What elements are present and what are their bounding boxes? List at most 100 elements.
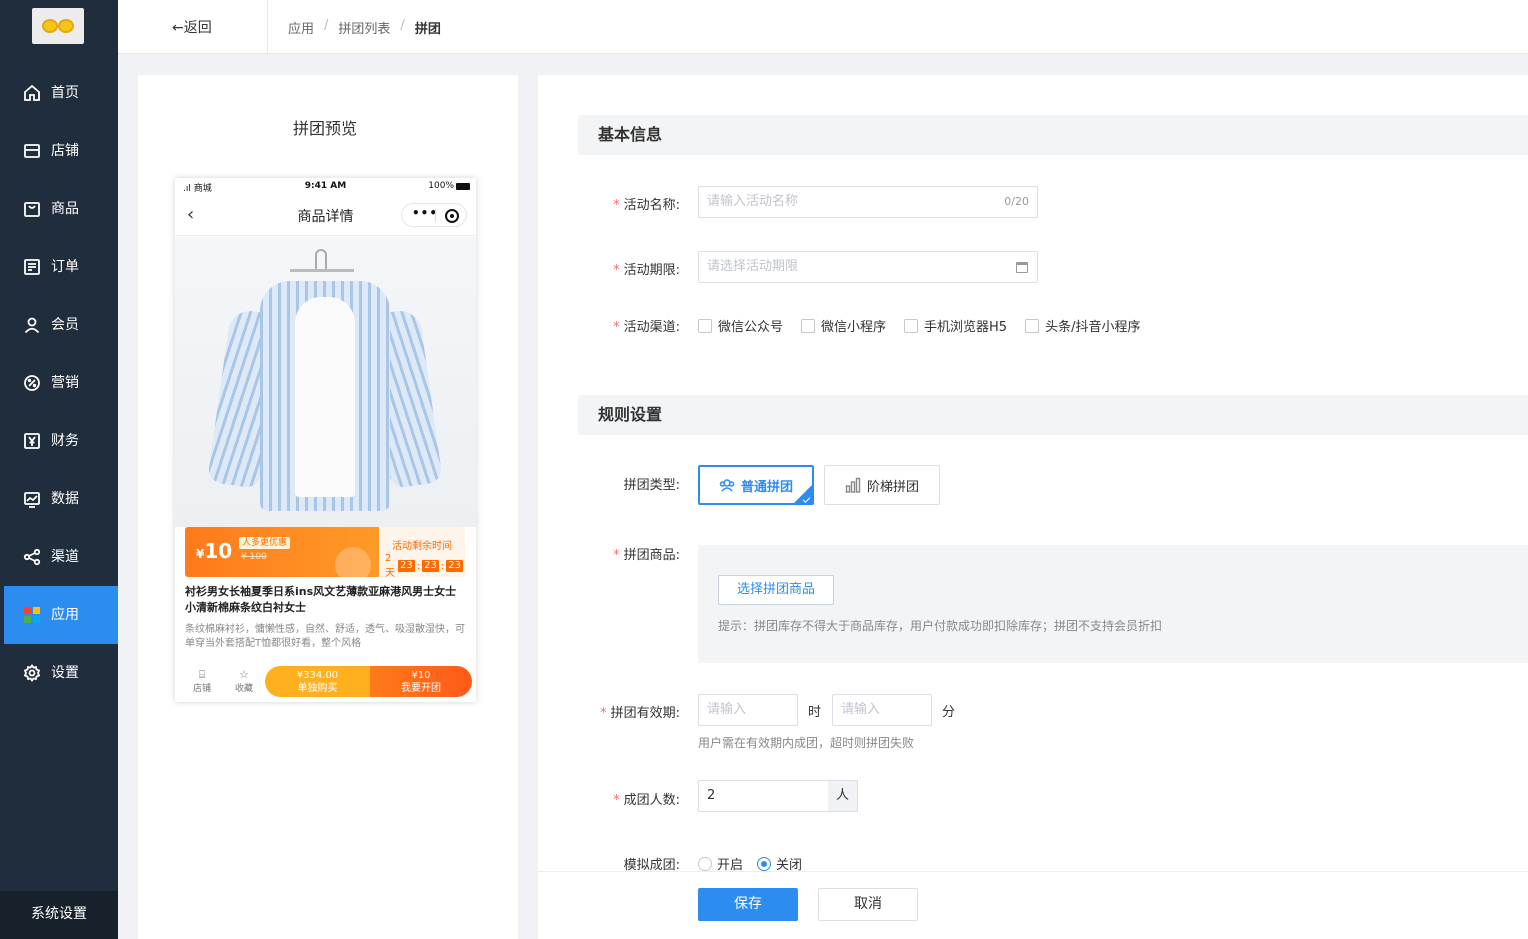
activity-channel-label: * 活动渠道: [613,320,680,335]
logo[interactable] [32,8,84,44]
solo-price: ¥334.00 [296,670,339,681]
breadcrumb-item-group-list[interactable]: 拼团列表 [338,18,390,37]
top-header: ←返回 应用 / 拼团列表 / 拼团 [118,0,1528,54]
required-mark: * [613,548,620,563]
group-type-normal[interactable]: 普通拼团 [698,465,814,505]
price-section: ¥10 人多更优惠 ¥ 100 [185,527,379,577]
breadcrumb: 应用 / 拼团列表 / 拼团 [288,18,441,37]
sidebar-item-channels[interactable]: 渠道 [0,528,118,586]
channel-h5[interactable]: 手机浏览器H5 [904,316,1007,335]
group-size-label: * 成团人数: [613,793,680,808]
group-type-tiered[interactable]: 阶梯拼团 [824,465,940,505]
original-price: ¥ 100 [241,552,267,562]
sidebar-item-members[interactable]: 会员 [0,296,118,354]
decoration-circle [335,547,371,577]
group-price: ¥10 [196,539,233,563]
system-settings-button[interactable]: 系统设置 [0,891,118,939]
sidebar-item-goods[interactable]: 商品 [0,180,118,238]
sidebar-item-label: 会员 [51,317,79,333]
shirt-inner [295,297,355,497]
validity-hours-input[interactable]: 请输入 [698,694,798,726]
checkbox[interactable] [904,318,919,333]
battery-icon [456,183,470,190]
yen-icon [23,432,41,450]
group-size-unit: 人 [828,780,858,812]
goods-hint: 提示：拼团库存不得大于商品库存，用户付款成功即扣除库存；拼团不支持会员折扣 [718,619,1163,633]
required-mark: * [613,793,620,808]
channel-wechat-official[interactable]: 微信公众号 [698,316,783,335]
sidebar-item-data[interactable]: 数据 [0,470,118,528]
countdown-days: 2天 [385,553,395,579]
chart-icon [23,490,41,508]
activity-period-label: * 活动期限: [613,263,680,278]
store-icon [23,142,41,160]
bag-icon [23,200,41,218]
sidebar-item-label: 应用 [51,607,79,623]
breadcrumb-item-apps[interactable]: 应用 [288,18,314,37]
channel-checkboxes: 微信公众号 微信小程序 手机浏览器H5 头条/抖音小程序 [698,316,1158,335]
countdown-hours: 23 [398,560,415,572]
header-divider [267,0,268,54]
channel-wechat-mini[interactable]: 微信小程序 [801,316,886,335]
countdown-minutes: 23 [422,560,439,572]
sidebar-item-label: 渠道 [51,549,79,565]
remaining-time-label: 活动剩余时间 [392,541,452,552]
solo-buy-button: ¥334.00 单独购买 [265,666,370,697]
calendar-icon [1016,262,1028,273]
sidebar-item-home[interactable]: 首页 [0,64,118,122]
channel-toutiao-douyin[interactable]: 头条/抖音小程序 [1025,316,1140,335]
back-button[interactable]: ←返回 [172,17,212,37]
countdown-seconds: 23 [446,560,463,572]
phone-preview: .ıl 商城 9:41 AM 100% ‹ 商品详情 ••• ¥10 人多更优惠… [175,178,476,702]
phone-nav-bar: ‹ 商品详情 ••• [175,196,476,236]
activity-name-input[interactable]: 请输入活动名称 0/20 [698,186,1038,218]
product-image [175,237,476,527]
group-size-input[interactable]: 2 [698,780,829,812]
star-icon: ☆ [239,668,249,681]
product-title: 衬衫男女长袖夏季日系ins风文艺薄款亚麻港风男士女士小清新棉麻条纹白衬女士 [185,585,457,614]
minute-unit: 分 [942,705,956,720]
sidebar-item-marketing[interactable]: 营销 [0,354,118,412]
capsule-divider [435,209,436,222]
validity-minutes-input[interactable]: 请输入 [832,694,932,726]
store-icon: ⌸ [198,668,206,681]
checkbox[interactable] [801,318,816,333]
lemon-logo-icon [58,19,74,33]
group-price-bar: ¥10 人多更优惠 ¥ 100 活动剩余时间 2天 23: 23: 23 [185,527,465,579]
save-button[interactable]: 保存 [698,888,798,921]
footer-store: ⌸ 店铺 [187,668,217,694]
sidebar-item-settings[interactable]: 设置 [0,644,118,702]
checkbox[interactable] [1025,318,1040,333]
sidebar-item-apps[interactable]: 应用 [4,586,118,644]
sidebar-item-orders[interactable]: 订单 [0,238,118,296]
group-buy-label: 我要开团 [401,683,441,694]
radio-dot[interactable] [757,856,772,871]
group-users-icon [719,479,735,492]
sidebar: 首页 店铺 商品 订单 会员 营销 财务 数据 渠道 应用 设置 系统设置 [0,0,118,939]
footer-actions: 保存 取消 [538,871,1528,939]
cancel-button[interactable]: 取消 [818,888,918,921]
validity-help: 用户需在有效期内成团，超时则拼团失败 [698,736,915,750]
home-icon [23,84,41,102]
preview-panel: 拼团预览 .ıl 商城 9:41 AM 100% ‹ 商品详情 ••• ¥10 … [138,75,518,939]
group-goods-box: 选择拼团商品 提示：拼团库存不得大于商品库存，用户付款成功即扣除库存；拼团不支持… [698,545,1528,663]
required-mark: * [600,706,607,721]
checkbox[interactable] [698,318,712,333]
radio-dot[interactable] [698,856,712,871]
sidebar-nav: 首页 店铺 商品 订单 会员 营销 财务 数据 渠道 应用 设置 [0,64,118,702]
hour-unit: 时 [808,705,822,720]
sidebar-item-store[interactable]: 店铺 [0,122,118,180]
breadcrumb-separator: / [400,18,405,33]
sidebar-item-label: 店铺 [51,143,79,159]
sidebar-item-label: 财务 [51,433,79,449]
apps-icon [23,606,41,624]
phone-status-bar: .ıl 商城 9:41 AM 100% [175,178,476,196]
activity-period-picker[interactable]: 请选择活动期限 [698,251,1038,283]
select-goods-button[interactable]: 选择拼团商品 [718,575,834,605]
breadcrumb-separator: / [324,18,329,33]
sidebar-item-finance[interactable]: 财务 [0,412,118,470]
start-group-button: ¥10 我要开团 [370,666,472,697]
section-rules: 规则设置 [578,395,1528,435]
footer-favorite: ☆ 收藏 [229,668,259,694]
close-target-icon [445,209,459,223]
